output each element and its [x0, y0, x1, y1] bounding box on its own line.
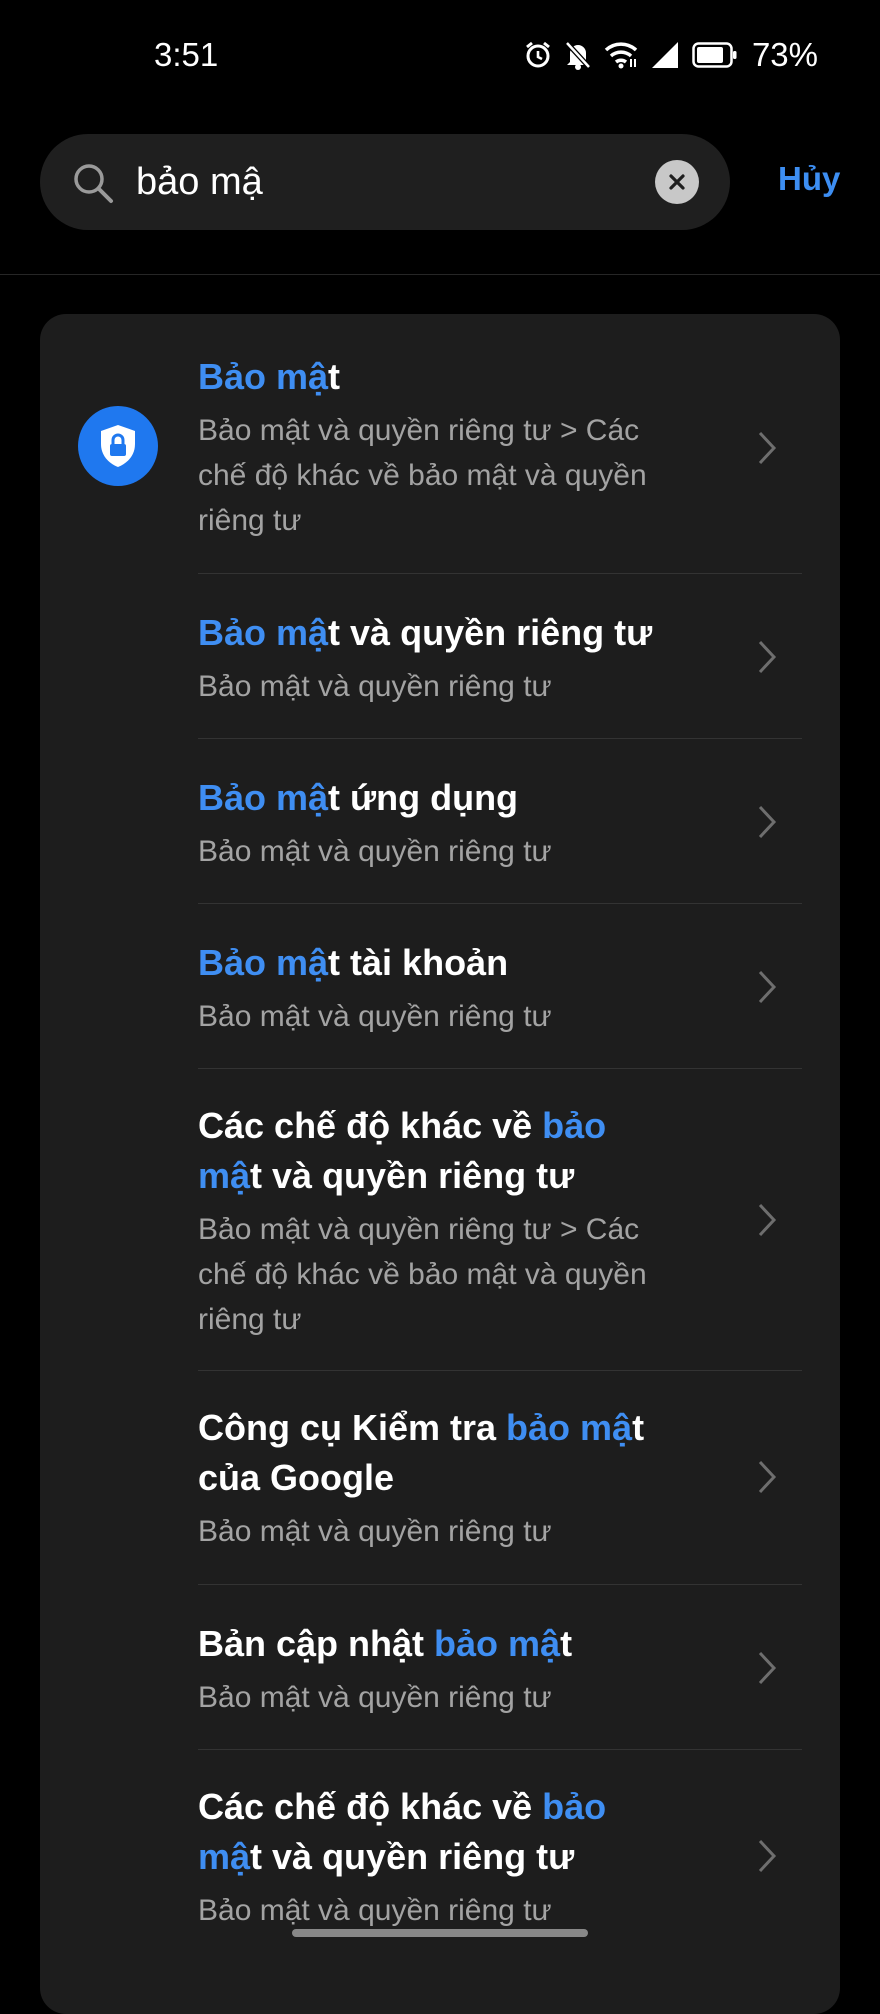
search-result-item[interactable]: Các chế độ khác về bảo mật và quyền riên…	[40, 1750, 840, 1970]
status-time: 3:51	[154, 36, 219, 73]
chevron-right-icon	[756, 1202, 778, 1243]
status-bar: 3:51 73%	[0, 0, 880, 110]
result-title: Bảo mật tài khoản	[198, 942, 509, 983]
chevron-right-icon	[756, 430, 778, 471]
divider	[0, 274, 880, 275]
chevron-right-icon	[756, 804, 778, 845]
search-result-item[interactable]: Bảo mật tài khoản Bảo mật và quyền riêng…	[40, 904, 840, 1069]
result-title: Bảo mật ứng dụng	[198, 777, 519, 818]
search-result-item[interactable]: Bảo mật Bảo mật và quyền riêng tư > Các …	[40, 314, 840, 572]
home-indicator[interactable]	[292, 1929, 588, 1937]
status-icons: 73%	[524, 34, 818, 76]
result-title: Bảo mật và quyền riêng tư	[198, 612, 653, 653]
result-path: Bảo mật và quyền riêng tư	[198, 670, 552, 703]
search-result-item[interactable]: Công cụ Kiểm tra bảo mật của Google Bảo …	[40, 1371, 840, 1585]
search-result-item[interactable]: Bảo mật và quyền riêng tư Bảo mật và quy…	[40, 574, 840, 739]
battery-icon	[692, 42, 738, 68]
search-icon	[72, 162, 114, 209]
close-icon	[669, 174, 685, 190]
wifi-icon	[604, 41, 638, 69]
chevron-right-icon	[756, 969, 778, 1010]
chevron-right-icon	[756, 1650, 778, 1691]
battery-percent: 73%	[751, 36, 818, 73]
result-title: Bảo mật	[198, 356, 341, 397]
result-path: Bảo mật và quyền riêng tư	[198, 1515, 552, 1548]
chevron-right-icon	[756, 1838, 778, 1879]
clear-search-button[interactable]	[655, 160, 699, 204]
alarm-icon	[524, 41, 552, 69]
result-path: Bảo mật và quyền riêng tư	[198, 1894, 552, 1927]
result-path: Bảo mật và quyền riêng tư > Các chế độ k…	[198, 414, 647, 537]
shield-lock-icon	[78, 406, 158, 486]
search-results-card: Bảo mật Bảo mật và quyền riêng tư > Các …	[40, 314, 840, 2014]
chevron-right-icon	[756, 1459, 778, 1500]
result-title: Các chế độ khác về bảo mật và quyền riên…	[198, 1105, 607, 1196]
search-result-item[interactable]: Bản cập nhật bảo mật Bảo mật và quyền ri…	[40, 1585, 840, 1750]
result-path: Bảo mật và quyền riêng tư	[198, 1681, 552, 1714]
mute-icon	[564, 40, 592, 70]
search-result-item[interactable]: Các chế độ khác về bảo mật và quyền riên…	[40, 1069, 840, 1371]
result-title: Công cụ Kiểm tra bảo mật của Google	[198, 1407, 645, 1498]
cancel-button[interactable]: Hủy	[778, 160, 840, 198]
search-box[interactable]	[40, 134, 730, 230]
result-title: Các chế độ khác về bảo mật và quyền riên…	[198, 1786, 607, 1877]
search-result-item[interactable]: Bảo mật ứng dụng Bảo mật và quyền riêng …	[40, 739, 840, 904]
result-path: Bảo mật và quyền riêng tư	[198, 1000, 552, 1033]
result-path: Bảo mật và quyền riêng tư > Các chế độ k…	[198, 1213, 647, 1336]
result-path: Bảo mật và quyền riêng tư	[198, 835, 552, 868]
signal-icon	[650, 40, 680, 70]
chevron-right-icon	[756, 639, 778, 680]
result-title: Bản cập nhật bảo mật	[198, 1623, 573, 1664]
search-input[interactable]	[136, 134, 656, 230]
